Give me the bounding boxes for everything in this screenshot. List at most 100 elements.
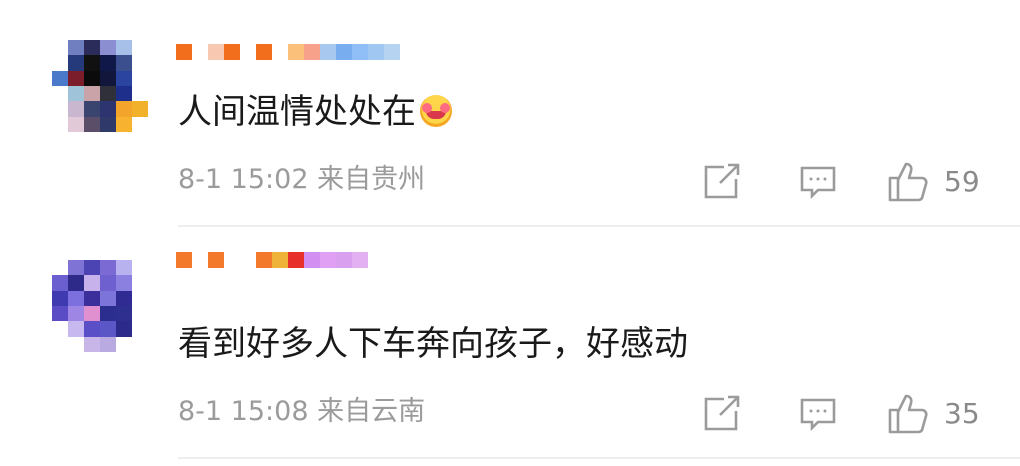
comment-text: 看到好多人下车奔向孩子，好感动 xyxy=(178,324,688,364)
avatar-pixel xyxy=(68,40,84,56)
reply-button[interactable] xyxy=(798,162,838,202)
avatar-pixel xyxy=(84,290,100,306)
avatar-pixel xyxy=(100,275,116,291)
avatar-pixel xyxy=(100,40,116,56)
avatar-pixel xyxy=(132,275,148,291)
avatar-pixel xyxy=(116,275,132,291)
avatar[interactable] xyxy=(52,40,148,132)
comment-icon xyxy=(800,166,836,200)
username-pixel xyxy=(352,252,368,268)
avatar-pixel xyxy=(100,290,116,306)
avatar-pixel xyxy=(116,321,132,337)
avatar-pixel xyxy=(116,101,132,117)
like-button[interactable]: 59 xyxy=(886,160,980,204)
comment-location: 来自贵州 xyxy=(317,164,426,195)
avatar-pixel xyxy=(116,40,132,56)
comment-text: 人间温情处处在 xyxy=(178,92,452,132)
avatar-pixel xyxy=(132,55,148,71)
avatar-pixel xyxy=(116,260,132,276)
username-pixel xyxy=(208,252,224,268)
avatar-pixel xyxy=(68,275,84,291)
avatar-pixel xyxy=(52,290,68,306)
avatar-pixel xyxy=(100,321,116,337)
avatar-pixel xyxy=(100,336,116,352)
avatar-pixel xyxy=(84,321,100,337)
avatar-pixel xyxy=(84,305,100,322)
comment-meta: 8-1 15:02 来自贵州 xyxy=(178,164,425,196)
username-pixel xyxy=(240,44,256,60)
avatar-pixel xyxy=(132,336,148,352)
username-pixel xyxy=(224,252,240,268)
username-pixel xyxy=(256,44,272,60)
avatar-pixel xyxy=(52,260,68,276)
username-pixel xyxy=(384,44,400,60)
avatar-pixel xyxy=(116,305,132,322)
username-pixel xyxy=(336,252,352,268)
avatar-pixel xyxy=(84,70,100,86)
avatar-pixel xyxy=(132,85,148,102)
username-pixel xyxy=(192,44,208,60)
comment-time: 8-1 15:02 xyxy=(178,164,309,195)
avatar-pixel xyxy=(116,290,132,306)
avatar-pixel xyxy=(52,275,68,291)
heart-face-emoji-icon xyxy=(420,95,452,127)
comment-icon xyxy=(800,398,836,432)
username-pixel xyxy=(272,252,288,268)
username-pixel xyxy=(272,44,288,60)
avatar-pixel xyxy=(100,116,116,132)
username-pixel xyxy=(176,44,192,60)
username-pixel xyxy=(240,252,256,268)
avatar-pixel xyxy=(100,70,116,86)
avatar-pixel xyxy=(68,321,84,337)
avatar-pixel xyxy=(100,85,116,102)
avatar-pixel xyxy=(52,55,68,71)
avatar-pixel xyxy=(84,336,100,352)
thumbs-up-icon xyxy=(888,394,928,434)
avatar[interactable] xyxy=(52,260,148,352)
avatar-pixel xyxy=(132,305,148,322)
reply-button[interactable] xyxy=(798,394,838,434)
comment-location: 来自云南 xyxy=(317,396,426,427)
share-icon xyxy=(704,163,740,199)
avatar-pixel xyxy=(100,101,116,117)
comment-actions: 59 xyxy=(700,160,980,204)
avatar-pixel xyxy=(52,70,68,86)
avatar-pixel xyxy=(84,116,100,132)
avatar-pixel xyxy=(116,85,132,102)
avatar-pixel xyxy=(68,305,84,322)
username-pixel xyxy=(288,44,304,60)
avatar-pixel xyxy=(68,336,84,352)
username-pixel xyxy=(208,44,224,60)
avatar-pixel xyxy=(52,85,68,102)
username-pixel xyxy=(224,44,240,60)
username-pixel xyxy=(304,252,320,268)
divider xyxy=(178,225,1020,227)
like-button[interactable]: 35 xyxy=(886,392,980,436)
avatar-pixel xyxy=(84,275,100,291)
avatar-pixel xyxy=(84,260,100,276)
avatar-pixel xyxy=(132,40,148,56)
avatar-pixel xyxy=(84,85,100,102)
avatar-pixel xyxy=(68,101,84,117)
avatar-pixel xyxy=(132,116,148,132)
thumbs-up-icon xyxy=(888,162,928,202)
avatar-pixel xyxy=(132,101,148,117)
username-pixel xyxy=(192,252,208,268)
avatar-pixel xyxy=(116,116,132,132)
share-button[interactable] xyxy=(700,393,742,435)
username-pixel xyxy=(320,44,336,60)
share-icon xyxy=(704,395,740,431)
avatar-pixel xyxy=(68,55,84,71)
share-button[interactable] xyxy=(700,161,742,203)
username-blurred[interactable] xyxy=(176,44,400,60)
username-pixel xyxy=(336,44,352,60)
comment-actions: 35 xyxy=(700,392,980,436)
username-pixel xyxy=(368,44,384,60)
username-pixel xyxy=(256,252,272,268)
avatar-pixel xyxy=(132,70,148,86)
avatar-pixel xyxy=(116,70,132,86)
username-blurred[interactable] xyxy=(176,252,368,268)
avatar-pixel xyxy=(116,336,132,352)
like-count: 59 xyxy=(944,165,980,198)
avatar-pixel xyxy=(84,40,100,56)
